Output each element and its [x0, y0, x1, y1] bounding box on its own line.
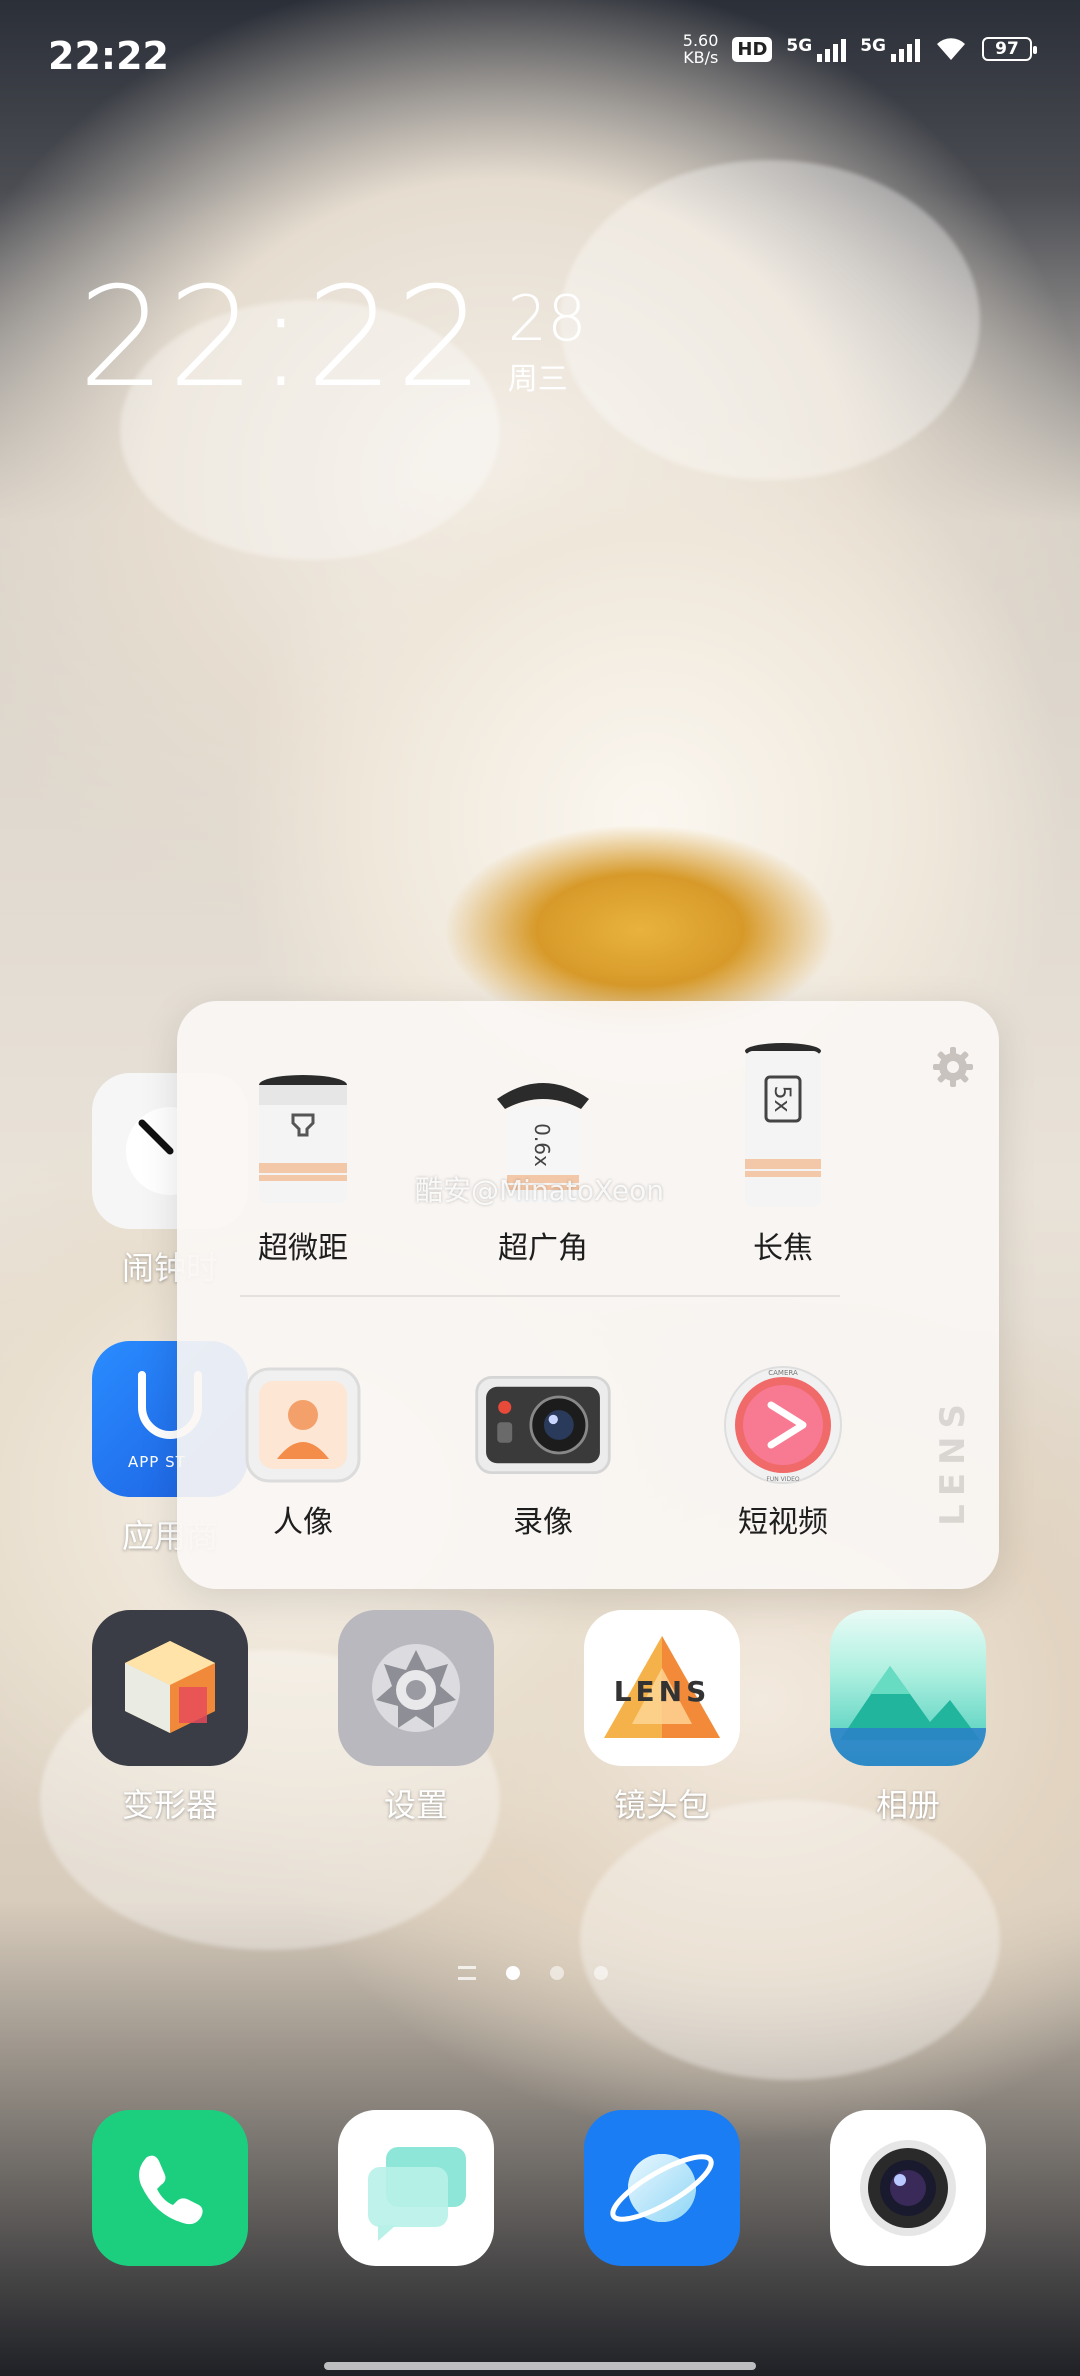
- network-speed: 5.60 KB/s: [682, 31, 719, 67]
- page-indicator[interactable]: [458, 1966, 608, 1980]
- short-video-icon: CAMERA FUN VIDEO: [713, 1365, 853, 1485]
- lens-pack-icon: LENS: [584, 1610, 740, 1766]
- lens-macro[interactable]: 超微距: [203, 1061, 403, 1267]
- status-time: 22:22: [48, 34, 169, 78]
- app-settings-label: 设置: [383, 1786, 448, 1824]
- gallery-mountains-icon: [830, 1610, 986, 1766]
- mode-video-label: 录像: [513, 1505, 573, 1540]
- page-dot[interactable]: [550, 1966, 564, 1980]
- app-transformer[interactable]: 变形器: [92, 1610, 248, 1826]
- page-dot[interactable]: [594, 1966, 608, 1980]
- widget-date: 28 周三: [508, 288, 587, 398]
- svg-text:LENS: LENS: [614, 1675, 711, 1708]
- battery-icon: 97: [982, 37, 1037, 61]
- clock-widget[interactable]: 22:22 28 周三: [78, 268, 587, 408]
- status-icons: 5.60 KB/s HD 5G 5G 97: [682, 31, 1037, 67]
- lens-telephoto[interactable]: 5x 长焦: [683, 1041, 883, 1267]
- camera-lens-icon: [860, 2140, 956, 2236]
- app-lens-pack[interactable]: LENS 镜头包: [584, 1610, 740, 1826]
- app-gallery-label: 相册: [875, 1786, 940, 1824]
- mode-portrait-label: 人像: [273, 1505, 333, 1540]
- wifi-icon: [937, 38, 965, 60]
- popup-divider: [240, 1295, 840, 1297]
- svg-text:5x: 5x: [769, 1085, 794, 1112]
- watermark: 酷安@MinatoXeon: [415, 1174, 664, 1207]
- video-recorder-icon: [473, 1365, 613, 1485]
- phone-icon: [139, 2155, 203, 2225]
- widget-weekday: 周三: [507, 362, 568, 397]
- telephoto-lens-icon: 5x: [713, 1041, 853, 1211]
- portrait-icon: [233, 1365, 373, 1485]
- page-dot-active[interactable]: [506, 1966, 520, 1980]
- status-bar: 22:22 5.60 KB/s HD 5G 5G 97: [0, 0, 1080, 110]
- widget-time: 22:22: [78, 257, 486, 418]
- hd-icon: HD: [732, 36, 773, 62]
- svg-text:CAMERA: CAMERA: [768, 1369, 798, 1377]
- app-settings[interactable]: 设置: [338, 1610, 494, 1826]
- mode-short-video[interactable]: CAMERA FUN VIDEO 短视频: [683, 1365, 883, 1541]
- app-lens-pack-label: 镜头包: [613, 1786, 710, 1824]
- page-indicator-list-icon[interactable]: [458, 1966, 476, 1980]
- app-transformer-label: 变形器: [121, 1786, 218, 1824]
- macro-lens-icon: [233, 1061, 373, 1211]
- settings-gear-icon: [338, 1610, 494, 1766]
- dock-browser[interactable]: [584, 2110, 740, 2266]
- dock-messages[interactable]: [338, 2110, 494, 2266]
- app-gallery[interactable]: 相册: [830, 1610, 986, 1826]
- svg-text:FUN VIDEO: FUN VIDEO: [766, 1476, 800, 1483]
- lens-brand-text: LENS: [933, 1396, 973, 1526]
- mode-short-video-label: 短视频: [738, 1505, 828, 1540]
- mode-video[interactable]: 录像: [443, 1365, 643, 1541]
- lens-wide-angle-label: 超广角: [498, 1231, 588, 1266]
- browser-planet-icon: [610, 2154, 714, 2222]
- lens-macro-label: 超微距: [258, 1231, 348, 1266]
- signal-sim2-icon: 5G: [860, 36, 920, 62]
- gear-icon[interactable]: [931, 1045, 975, 1089]
- home-gesture-bar[interactable]: [324, 2362, 756, 2370]
- signal-sim1-icon: 5G: [786, 36, 847, 62]
- lens-quick-popup: 超微距 0.6x 超广角 5x 长焦 酷安@MinatoXeon 人像 录像 C…: [177, 1001, 999, 1589]
- lens-wide-angle[interactable]: 0.6x 超广角: [443, 1061, 643, 1267]
- messages-icon: [368, 2147, 466, 2241]
- lens-telephoto-label: 长焦: [753, 1231, 813, 1266]
- svg-text:0.6x: 0.6x: [530, 1123, 554, 1167]
- dock-camera[interactable]: [830, 2110, 986, 2266]
- widget-day: 28: [507, 282, 587, 355]
- dock-phone[interactable]: [92, 2110, 248, 2266]
- mode-portrait[interactable]: 人像: [203, 1365, 403, 1541]
- transformer-cube-icon: [92, 1610, 248, 1766]
